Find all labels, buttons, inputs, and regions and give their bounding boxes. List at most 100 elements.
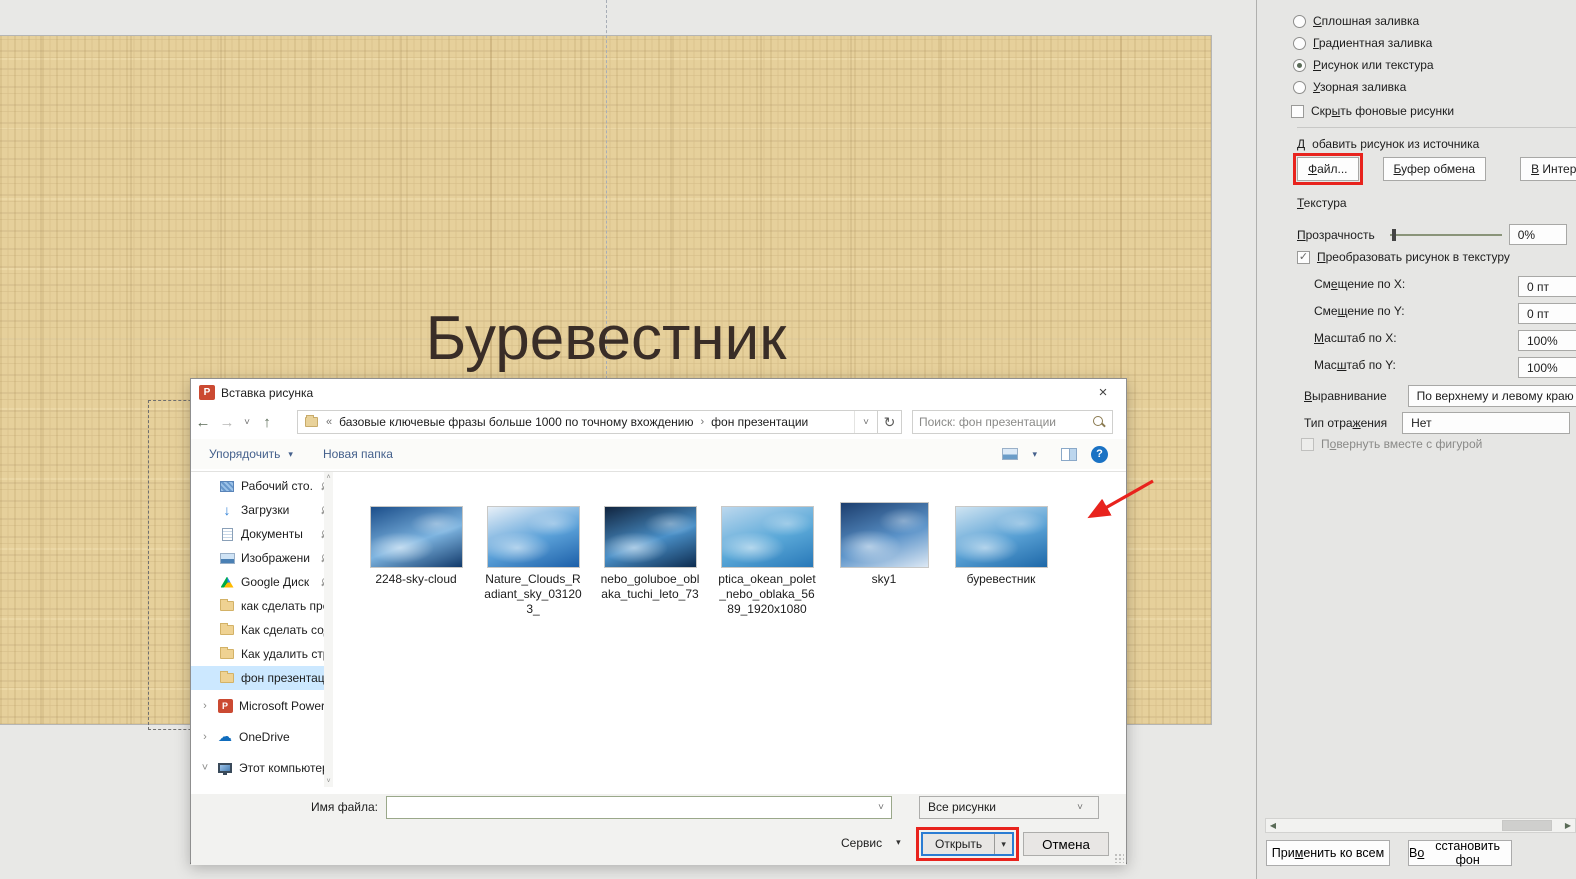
sidebar-item-powerpoint[interactable]: › P Microsoft PowerP [191, 690, 333, 721]
address-bar[interactable]: « базовые ключевые фразы больше 1000 по … [297, 410, 902, 434]
file-item[interactable]: nebo_goluboe_oblaka_tuchi_leto_73 [600, 502, 700, 602]
address-dropdown-icon[interactable]: ˅ [854, 411, 877, 433]
file-thumbnail[interactable] [720, 506, 814, 568]
checkbox-icon[interactable] [1291, 104, 1304, 118]
scrollbar-thumb[interactable] [1502, 820, 1552, 831]
new-folder-button[interactable]: Новая папка [323, 447, 393, 461]
filename-combobox[interactable]: ˅ [386, 795, 892, 819]
slide-title-textbox[interactable]: Буревестник [0, 303, 1212, 374]
sidebar-item-folder-1[interactable]: как сделать пре [191, 594, 333, 618]
view-mode-icon[interactable] [1002, 448, 1019, 460]
organize-caret-icon[interactable]: ▾ [288, 449, 293, 460]
apply-to-all-button[interactable]: При м енить ко всем [1266, 840, 1390, 866]
onedrive-icon: ☁ [218, 728, 232, 744]
sidebar-item-onedrive[interactable]: › ☁ OneDrive [191, 721, 333, 752]
sidebar-item-this-pc[interactable]: ˅ Этот компьютер [191, 752, 333, 783]
file-button[interactable]: Файл... [1293, 153, 1363, 185]
sidebar-scrollbar[interactable]: ˄ ˅ [324, 472, 333, 787]
scale-y-value[interactable]: 100% [1518, 357, 1576, 378]
powerpoint-app: Буревестник Сплошная заливка Градиентная… [0, 0, 1576, 879]
tree-collapsed-icon[interactable]: › [199, 700, 211, 712]
sidebar-item-folder-2[interactable]: Как сделать сод [191, 618, 333, 642]
sidebar-item-google-drive[interactable]: Google Диск [191, 570, 333, 594]
mirror-type-dropdown[interactable]: Нет [1402, 412, 1571, 434]
scroll-up-icon[interactable]: ˄ [326, 474, 330, 481]
sidebar-item-documents[interactable]: Документы [191, 522, 333, 546]
alignment-dropdown[interactable]: По верхнему и левому краю [1407, 385, 1576, 407]
up-icon[interactable]: ↑ [255, 414, 279, 431]
checkbox-checked-icon[interactable]: ✓ [1297, 250, 1310, 264]
file-thumbnail[interactable] [839, 502, 929, 568]
downloads-icon: ↓ [223, 502, 231, 518]
help-icon[interactable]: ? [1091, 445, 1108, 463]
powerpoint-icon: P [199, 385, 215, 400]
file-item[interactable]: 2248-sky-cloud [366, 502, 466, 587]
filetype-dropdown[interactable]: Все рисунки ˅ [919, 795, 1099, 819]
refresh-icon[interactable]: ↻ [877, 411, 901, 433]
file-item[interactable]: Nature_Clouds_Radiant_sky_031203_ [483, 502, 583, 617]
search-icon[interactable] [1091, 414, 1107, 430]
radio-checked-icon[interactable] [1293, 58, 1306, 72]
slider-handle-icon[interactable] [1391, 228, 1396, 241]
resize-grip[interactable] [1114, 853, 1124, 863]
preview-pane-icon[interactable] [1061, 447, 1077, 461]
back-icon[interactable]: ← [191, 414, 215, 431]
breadcrumb-segment-current[interactable]: фон презентации [706, 415, 813, 429]
open-dropdown-icon[interactable]: ▾ [994, 834, 1012, 854]
history-dropdown-icon[interactable]: ˅ [239, 417, 255, 428]
online-button[interactable]: В Интернет [1520, 157, 1576, 181]
breadcrumb-segment-parent[interactable]: базовые ключевые фразы больше 1000 по то… [334, 415, 698, 429]
collapsed-crumbs[interactable]: « [324, 416, 334, 428]
scroll-right-icon[interactable]: ▶ [1561, 821, 1575, 830]
sidebar-item-fon-prezentacii[interactable]: фон презентаци [191, 666, 333, 690]
tools-menu[interactable]: Сервис ▾ [841, 836, 901, 850]
sidebar-item-desktop[interactable]: Рабочий сто. [191, 474, 333, 498]
scale-y-row: Масштаб по Y: [1314, 358, 1396, 372]
file-thumbnail[interactable] [954, 506, 1048, 568]
sidebar-item-pictures[interactable]: Изображени [191, 546, 333, 570]
hide-background-checkbox[interactable]: Скрыть фоновые рисунки [1291, 104, 1454, 118]
file-item-burevestnik[interactable]: буревестник [951, 502, 1051, 587]
view-mode-caret-icon[interactable]: ▾ [1032, 449, 1037, 460]
file-item[interactable]: ptica_okean_polet_nebo_oblaka_5689_1920x… [717, 502, 817, 617]
filename-input[interactable] [387, 796, 871, 818]
scrollbar-track[interactable] [1280, 819, 1561, 832]
fill-option-pattern[interactable]: Узорная заливка [1293, 80, 1406, 94]
scroll-left-icon[interactable]: ◀ [1266, 821, 1280, 830]
transparency-value[interactable]: 0% [1508, 224, 1567, 245]
tree-expanded-icon[interactable]: ˅ [199, 762, 211, 774]
offset-y-row: Смещение по Y: [1314, 304, 1405, 318]
offset-y-value[interactable]: 0 пт [1518, 303, 1576, 324]
scale-x-value[interactable]: 100% [1518, 330, 1576, 351]
organize-menu[interactable]: Упорядочить [209, 447, 280, 461]
scroll-down-icon[interactable]: ˅ [326, 778, 330, 785]
fill-option-gradient[interactable]: Градиентная заливка [1293, 36, 1432, 50]
fill-option-label: Узорная заливка [1313, 80, 1407, 94]
offset-x-value[interactable]: 0 пт [1518, 276, 1576, 297]
filename-dropdown-icon[interactable]: ˅ [871, 802, 891, 813]
tree-collapsed-icon[interactable]: › [199, 731, 211, 743]
fill-option-solid[interactable]: Сплошная заливка [1293, 14, 1419, 28]
file-thumbnail[interactable] [603, 506, 697, 568]
open-button[interactable]: Открыть [923, 834, 994, 854]
sidebar-item-folder-3[interactable]: Как удалить стр [191, 642, 333, 666]
clipboard-button[interactable]: Буфер обмена [1382, 157, 1487, 181]
transparency-slider[interactable] [1389, 228, 1502, 241]
radio-icon[interactable] [1293, 14, 1306, 28]
radio-icon[interactable] [1293, 80, 1306, 94]
search-input[interactable] [913, 415, 1091, 429]
filetype-dropdown-icon[interactable]: ˅ [1070, 802, 1090, 813]
pane-horizontal-scrollbar[interactable]: ◀ ▶ [1265, 818, 1576, 833]
cancel-button[interactable]: Отмена [1023, 832, 1109, 856]
radio-icon[interactable] [1293, 36, 1306, 50]
search-box[interactable] [912, 410, 1113, 434]
close-icon[interactable]: × [1088, 384, 1118, 401]
reset-background-button[interactable]: Во сстановить фон [1408, 839, 1512, 867]
fill-option-picture[interactable]: Рисунок или текстура [1293, 58, 1434, 72]
tile-as-texture-checkbox[interactable]: ✓ Преобразовать рисунок в текстуру [1297, 250, 1510, 264]
open-split-button[interactable]: Открыть ▾ [921, 832, 1015, 856]
file-item[interactable]: sky1 [834, 502, 934, 587]
file-thumbnail[interactable] [369, 506, 463, 568]
sidebar-item-downloads[interactable]: ↓ Загрузки [191, 498, 333, 522]
file-thumbnail[interactable] [486, 506, 580, 568]
